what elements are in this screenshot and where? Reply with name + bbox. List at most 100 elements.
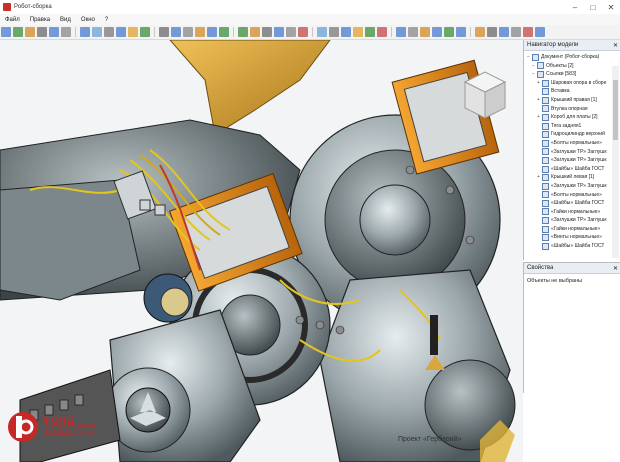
tree-item-label: Ссылки [583] bbox=[546, 71, 577, 78]
toolbar-tool-icon[interactable] bbox=[444, 27, 454, 37]
3d-viewport[interactable] bbox=[0, 40, 523, 462]
toolbar-tool-icon[interactable] bbox=[511, 27, 521, 37]
part-icon bbox=[542, 148, 549, 156]
toolbar-tool-icon[interactable] bbox=[250, 27, 260, 37]
close-icon[interactable]: ✕ bbox=[613, 265, 618, 272]
toolbar-tool-icon[interactable] bbox=[396, 27, 406, 37]
toolbar-tool-icon[interactable] bbox=[475, 27, 485, 37]
model-tree: − Документ (Робот-сборка) − Объекты [2] − Ссы… bbox=[524, 51, 620, 251]
expand-icon[interactable]: + bbox=[536, 79, 541, 88]
tree-item[interactable]: + Крышкий правая [1] bbox=[524, 96, 620, 105]
toolbar-tool-icon[interactable] bbox=[128, 27, 138, 37]
toolbar-tool-icon[interactable] bbox=[207, 27, 217, 37]
toolbar-tool-icon[interactable] bbox=[104, 27, 114, 37]
toolbar-tool-icon[interactable] bbox=[317, 27, 327, 37]
part-icon bbox=[542, 234, 549, 242]
tree-item[interactable]: «Шайбы» Шайба ГОСТ bbox=[524, 199, 620, 208]
tree-item-label: «Шайбы» Шайба ГОСТ bbox=[551, 243, 605, 250]
toolbar-tool-icon[interactable] bbox=[341, 27, 351, 37]
toolbar-tool-icon[interactable] bbox=[487, 27, 497, 37]
navigator-header: Навигатор модели ✕ bbox=[524, 40, 620, 51]
expand-icon[interactable]: − bbox=[531, 62, 536, 71]
toolbar-tool-icon[interactable] bbox=[61, 27, 71, 37]
toolbar-tool-icon[interactable] bbox=[408, 27, 418, 37]
tree-item[interactable]: «Винты нормальные» bbox=[524, 233, 620, 242]
expand-icon[interactable]: − bbox=[526, 53, 531, 62]
tree-item[interactable]: «Гайки нормальные» bbox=[524, 225, 620, 234]
toolbar-tool-icon[interactable] bbox=[183, 27, 193, 37]
expand-icon[interactable]: + bbox=[536, 113, 541, 122]
close-icon[interactable]: ✕ bbox=[613, 42, 618, 49]
toolbar-tool-icon[interactable] bbox=[432, 27, 442, 37]
tree-item[interactable]: Гидроцилиндр верхний bbox=[524, 130, 620, 139]
toolbar-tool-icon[interactable] bbox=[238, 27, 248, 37]
tree-item[interactable]: «Заглушки ТР» Заглушк bbox=[524, 148, 620, 157]
part-icon bbox=[542, 217, 549, 225]
toolbar-tool-icon[interactable] bbox=[420, 27, 430, 37]
part-icon bbox=[542, 113, 549, 121]
part-icon bbox=[542, 191, 549, 199]
menu-view[interactable]: Вид bbox=[55, 17, 76, 23]
scrollbar-thumb[interactable] bbox=[613, 80, 618, 140]
part-icon bbox=[542, 156, 549, 164]
toolbar-tool-icon[interactable] bbox=[456, 27, 466, 37]
maximize-button[interactable]: □ bbox=[584, 3, 602, 12]
navigator-scrollbar[interactable] bbox=[612, 66, 619, 258]
tree-item[interactable]: «Шайбы» Шайба ГОСТ bbox=[524, 165, 620, 174]
tree-item[interactable]: «Болты нормальные» bbox=[524, 191, 620, 200]
toolbar-tool-icon[interactable] bbox=[92, 27, 102, 37]
tree-item[interactable]: − Ссылки [583] bbox=[524, 70, 620, 79]
tree-item-label: «Заглушки ТР» Заглушк bbox=[551, 157, 607, 164]
toolbar-tool-icon[interactable] bbox=[171, 27, 181, 37]
toolbar-tool-icon[interactable] bbox=[13, 27, 23, 37]
tree-item[interactable]: − Объекты [2] bbox=[524, 62, 620, 71]
menu-window[interactable]: Окно bbox=[76, 17, 100, 23]
tree-item[interactable]: «Шайбы» Шайба ГОСТ bbox=[524, 242, 620, 251]
toolbar-tool-icon[interactable] bbox=[286, 27, 296, 37]
tree-item[interactable]: + Крышкий левая [1] bbox=[524, 173, 620, 182]
toolbar-tool-icon[interactable] bbox=[535, 27, 545, 37]
tree-item[interactable]: + Короб для платы [2] bbox=[524, 113, 620, 122]
toolbar-tool-icon[interactable] bbox=[116, 27, 126, 37]
toolbar-tool-icon[interactable] bbox=[195, 27, 205, 37]
close-button[interactable]: ✕ bbox=[602, 3, 620, 12]
toolbar-tool-icon[interactable] bbox=[25, 27, 35, 37]
properties-title: Свойства bbox=[527, 265, 554, 271]
menu-help[interactable]: ? bbox=[100, 17, 113, 23]
tree-item[interactable]: «Заглушки ТР» Заглушк bbox=[524, 182, 620, 191]
toolbar-tool-icon[interactable] bbox=[365, 27, 375, 37]
tree-item-label: Короб для платы [2] bbox=[551, 114, 598, 121]
tree-item[interactable]: Втулка опорная bbox=[524, 105, 620, 114]
minimize-button[interactable]: – bbox=[566, 3, 584, 12]
toolbar-tool-icon[interactable] bbox=[37, 27, 47, 37]
tree-item[interactable]: − Документ (Робот-сборка) bbox=[524, 53, 620, 62]
toolbar-tool-icon[interactable] bbox=[219, 27, 229, 37]
menu-file[interactable]: Файл bbox=[0, 17, 25, 23]
tree-item[interactable]: «Гайки нормальные» bbox=[524, 208, 620, 217]
tree-item[interactable]: + Шаровая опора в сборе bbox=[524, 79, 620, 88]
part-icon bbox=[542, 96, 549, 104]
toolbar-tool-icon[interactable] bbox=[523, 27, 533, 37]
expand-icon[interactable]: − bbox=[531, 70, 536, 79]
toolbar-tool-icon[interactable] bbox=[274, 27, 284, 37]
tree-item[interactable]: «Заглушки ТР» Заглушк bbox=[524, 216, 620, 225]
expand-icon[interactable]: + bbox=[536, 173, 541, 182]
expand-icon[interactable]: + bbox=[536, 96, 541, 105]
toolbar-tool-icon[interactable] bbox=[298, 27, 308, 37]
toolbar-tool-icon[interactable] bbox=[80, 27, 90, 37]
menu-edit[interactable]: Правка bbox=[25, 17, 55, 23]
tree-item[interactable]: Вставка bbox=[524, 87, 620, 96]
toolbar-tool-icon[interactable] bbox=[1, 27, 11, 37]
toolbar-tool-icon[interactable] bbox=[377, 27, 387, 37]
tree-item[interactable]: «Болты нормальные» bbox=[524, 139, 620, 148]
toolbar-tool-icon[interactable] bbox=[353, 27, 363, 37]
toolbar-tool-icon[interactable] bbox=[49, 27, 59, 37]
tree-item[interactable]: «Заглушки ТР» Заглушк bbox=[524, 156, 620, 165]
toolbar-tool-icon[interactable] bbox=[140, 27, 150, 37]
toolbar-tool-icon[interactable] bbox=[499, 27, 509, 37]
model-navigator-panel: Навигатор модели ✕ − Документ (Робот-сбор… bbox=[523, 40, 620, 260]
toolbar-tool-icon[interactable] bbox=[262, 27, 272, 37]
toolbar-tool-icon[interactable] bbox=[329, 27, 339, 37]
toolbar-tool-icon[interactable] bbox=[159, 27, 169, 37]
tree-item[interactable]: Тяга задняя1 bbox=[524, 122, 620, 131]
